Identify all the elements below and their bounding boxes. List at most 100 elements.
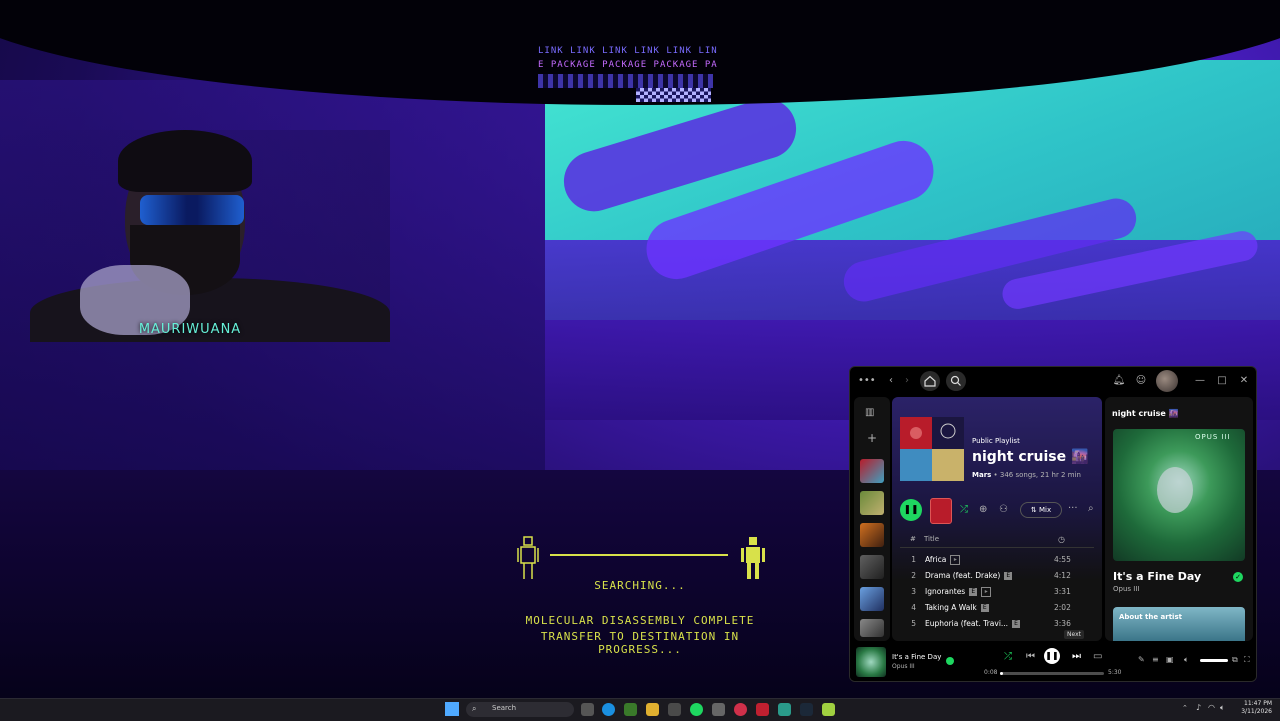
repeat-button[interactable]: ▭ [1093, 651, 1102, 663]
track-title: Ignorantes E ▸ [925, 587, 992, 597]
track-number: 4 [911, 603, 916, 612]
volume-icon[interactable]: 🔈︎ [1184, 655, 1189, 665]
queue-icon[interactable]: ≡ [1152, 655, 1159, 664]
friends-activity-icon[interactable]: ☺ [1134, 372, 1148, 390]
connect-device-icon[interactable]: ▣ [1166, 655, 1174, 664]
now-playing-title[interactable]: It's a Fine Day [1113, 570, 1201, 583]
file-explorer-icon[interactable] [646, 703, 659, 716]
about-artist-card[interactable]: About the artist [1113, 607, 1245, 641]
next-button[interactable]: ⏭︎ [1072, 651, 1081, 663]
system-clock[interactable]: 11:47 PM 3/11/2026 [1232, 700, 1272, 716]
play-pause-button[interactable]: ❚❚ [900, 499, 922, 521]
player-track-artist[interactable]: Opus III [892, 663, 915, 670]
library-item[interactable] [860, 459, 884, 483]
library-item[interactable] [860, 523, 884, 547]
track-row[interactable]: 3 Ignorantes E ▸ 3:31 [892, 585, 1102, 601]
obs-icon[interactable] [734, 703, 747, 716]
add-icon[interactable]: + [867, 431, 877, 445]
shuffle-button[interactable]: ⤮ [1004, 651, 1012, 663]
download-icon[interactable]: ⊕ [979, 504, 987, 516]
app-icon[interactable] [778, 703, 791, 716]
nvidia-icon[interactable] [624, 703, 637, 716]
duration-clock-icon: ◷ [1058, 535, 1065, 544]
speaker-icon[interactable]: 🔈︎ [1220, 703, 1225, 713]
track-row[interactable]: 1 Africa ▸ 4:55 [892, 553, 1102, 569]
search-icon [950, 375, 961, 386]
taskbar-search[interactable]: ⌕ Search [466, 702, 574, 717]
lyrics-icon[interactable]: ✎ [1138, 655, 1145, 664]
close-button[interactable]: ✕ [1238, 372, 1250, 390]
player-album-art[interactable] [856, 647, 886, 677]
track-title: Taking A Walk E [925, 603, 989, 612]
track-duration: 2:02 [1054, 603, 1071, 612]
playlist-thumbnail-button[interactable] [930, 498, 952, 524]
library-item[interactable] [860, 619, 884, 637]
more-options-icon[interactable]: ··· [1068, 503, 1078, 515]
player-track-title[interactable]: It's a Fine Day [892, 653, 941, 661]
task-view-icon[interactable] [581, 703, 594, 716]
track-title-text: Drama (feat. Drake) [925, 571, 1001, 580]
column-divider [900, 547, 1094, 548]
library-item[interactable] [860, 491, 884, 515]
add-user-icon[interactable]: ⚇ [999, 504, 1008, 516]
app-icon[interactable] [712, 703, 725, 716]
maximize-button[interactable]: □ [1216, 372, 1228, 390]
store-icon[interactable] [668, 703, 681, 716]
minimize-button[interactable]: — [1194, 372, 1206, 390]
pause-button[interactable]: ❚❚ [1044, 648, 1060, 664]
library-icon[interactable]: ▥ [865, 407, 874, 418]
library-item[interactable] [860, 555, 884, 579]
source-figure-icon [517, 536, 539, 579]
now-playing-artist[interactable]: Opus III [1113, 585, 1139, 593]
next-tooltip: Next [1064, 630, 1084, 639]
streamer-name: MAURIWUANA [138, 322, 242, 337]
explicit-badge: E [969, 588, 978, 596]
spotify-icon[interactable] [690, 703, 703, 716]
steam-icon[interactable] [800, 703, 813, 716]
seek-bar[interactable] [1000, 672, 1104, 675]
shuffle-icon[interactable]: ⤮ [960, 504, 968, 516]
back-icon[interactable]: ‹ [884, 372, 898, 390]
previous-button[interactable]: ⏮︎ [1026, 651, 1035, 663]
spotify-window: ••• ‹ › 🔔︎ ☺ — □ ✕ ▥ + Public Playlist n… [849, 366, 1257, 682]
transfer-line [550, 554, 728, 556]
track-number: 5 [911, 619, 916, 628]
game-icon[interactable] [822, 703, 835, 716]
notifications-icon[interactable]: 🔔︎ [1112, 372, 1126, 390]
mix-button[interactable]: ⇅ Mix [1020, 502, 1062, 518]
edge-icon[interactable] [602, 703, 615, 716]
library-item[interactable] [860, 587, 884, 611]
forward-icon[interactable]: › [900, 372, 914, 390]
microphone-icon[interactable]: ♪ [1196, 703, 1201, 712]
now-playing-context[interactable]: night cruise 🌆 [1112, 409, 1179, 418]
track-title: Euphoria (feat. Travi... E [925, 619, 1021, 628]
video-badge-icon: ▸ [950, 555, 961, 565]
search-in-playlist-icon[interactable]: ⌕ [1088, 503, 1094, 515]
track-duration: 3:36 [1054, 619, 1071, 628]
player-extra-controls: ✎ ≡ ▣ 🔈︎ ⧉ ⛶ [1138, 655, 1250, 667]
banner-row-link: LINK LINK LINK LINK LINK LIN [538, 46, 718, 56]
menu-icon[interactable]: ••• [858, 372, 876, 390]
column-title[interactable]: Title [924, 535, 939, 543]
home-icon [924, 375, 936, 387]
banner-row-package: E PACKAGE PACKAGE PACKAGE PA [538, 60, 718, 70]
track-row[interactable]: 4 Taking A Walk E 2:02 [892, 601, 1102, 617]
banner-dots [538, 74, 713, 88]
miniplayer-icon[interactable]: ⧉ [1232, 655, 1238, 665]
video-badge-icon: ▸ [981, 587, 992, 597]
wifi-icon[interactable]: ◠ [1208, 703, 1215, 712]
volume-slider[interactable] [1200, 659, 1228, 662]
playlist-title: night cruise 🌆 [972, 449, 1089, 465]
home-button[interactable] [920, 371, 940, 391]
tray-chevron-icon[interactable]: ⌃ [1182, 704, 1188, 712]
windows-start-icon[interactable] [445, 702, 459, 716]
track-row[interactable]: 2 Drama (feat. Drake) E 4:12 [892, 569, 1102, 585]
fullscreen-icon[interactable]: ⛶ [1244, 655, 1250, 665]
user-avatar[interactable] [1156, 370, 1178, 392]
search-button[interactable] [946, 371, 966, 391]
player-saved-icon[interactable] [946, 657, 954, 665]
saved-check-icon[interactable]: ✓ [1233, 572, 1243, 582]
shield-icon[interactable] [756, 703, 769, 716]
playlist-cover[interactable] [900, 417, 964, 481]
playlist-owner[interactable]: Mars [972, 471, 991, 479]
